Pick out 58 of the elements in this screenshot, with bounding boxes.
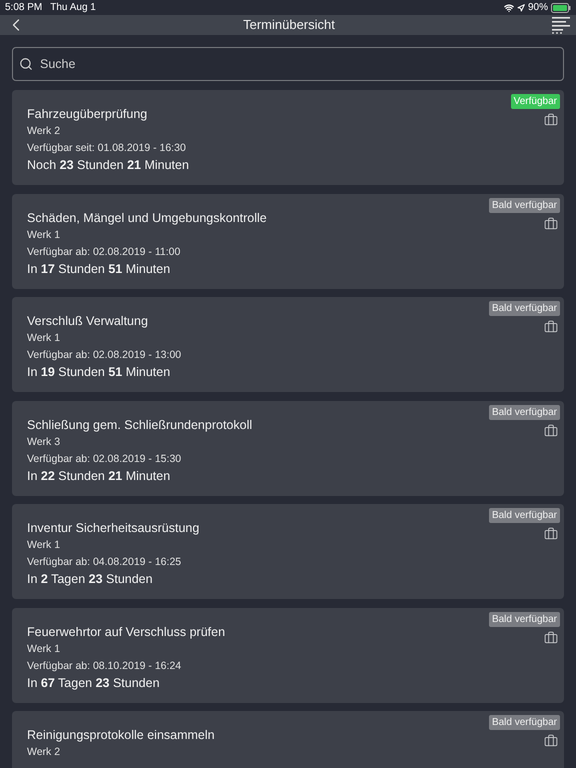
site-label: Werk 3 — [27, 434, 62, 450]
location-icon — [516, 4, 525, 12]
appointment-card[interactable]: Bald verfügbar Inventur Sicherheitsausrüstung Werk 1 Verfügbar ab: 04.08.2019 - 16:25 In 2 Tagen 23 Stunden — [12, 504, 564, 599]
status-badge: Verfügbar — [510, 94, 560, 109]
briefcase-icon — [544, 630, 558, 644]
site-label: Werk 2 — [27, 745, 62, 760]
site-label: Werk 1 — [27, 538, 62, 553]
site-label: Werk 1 — [27, 331, 62, 346]
status-time: 5:08 PM — [5, 1, 42, 15]
countdown-text: Noch 23 Stunden 21 Minuten — [27, 157, 190, 174]
search-icon — [19, 57, 33, 71]
briefcase-icon — [544, 527, 558, 541]
briefcase-icon — [544, 216, 558, 230]
status-badge: Bald verfügbar — [488, 301, 560, 316]
appointment-card[interactable]: Bald verfügbar Reinigungsprotokolle einsammeln Werk 2 — [12, 711, 564, 768]
briefcase-icon — [544, 424, 558, 438]
status-badge: Bald verfügbar — [488, 508, 560, 523]
appointment-title: Verschluß Verwaltung — [27, 313, 148, 330]
appointment-card[interactable]: Bald verfügbar Feuerwehrtor auf Verschluss prüfen Werk 1 Verfügbar ab: 08.10.2019 - 16:24 In 67 Tagen 23 Stunden — [12, 608, 564, 702]
briefcase-icon — [544, 320, 558, 334]
appointment-title: Fahrzeugüberprüfung — [27, 106, 148, 123]
appointment-card[interactable]: Verfügbar Fahrzeugüberprüfung Werk 2 Verfügbar seit: 01.08.2019 - 16:30 Noch 23 Stunden 21 Minuten — [12, 90, 564, 185]
countdown-text: In 2 Tagen 23 Stunden — [27, 571, 154, 588]
battery-icon — [551, 2, 571, 12]
briefcase-icon — [544, 734, 558, 748]
appointment-title: Schließung gem. Schließrundenprotokoll — [27, 416, 252, 434]
battery-percent: 90% — [528, 1, 548, 15]
site-label: Werk 2 — [27, 124, 62, 139]
status-date: Thu Aug 1 — [50, 1, 96, 15]
countdown-text: In 17 Stunden 51 Minuten — [27, 260, 172, 278]
menu-button[interactable] — [552, 16, 570, 34]
appointment-card[interactable]: Bald verfügbar Schließung gem. Schließrundenprotokoll Werk 3 Verfügbar ab: 02.08.2019 - 15:30 In 22 Stunden 21 Minuten — [12, 400, 564, 496]
countdown-text: In 67 Tagen 23 Stunden — [27, 674, 161, 692]
availability-text: Verfügbar ab: 02.08.2019 - 15:30 — [27, 452, 182, 466]
availability-text: Verfügbar ab: 02.08.2019 - 11:00 — [27, 244, 182, 260]
availability-text: Verfügbar seit: 01.08.2019 - 16:30 — [27, 141, 187, 156]
appointment-title: Reinigungsprotokolle einsammeln — [27, 727, 215, 744]
appointment-card[interactable]: Bald verfügbar Schäden, Mängel und Umgebungskontrolle Werk 1 Verfügbar ab: 02.08.2019 - 11:00 In 17 Stunden 51 Minuten — [12, 194, 564, 288]
site-label: Werk 1 — [27, 642, 62, 656]
countdown-text: In 19 Stunden 51 Minuten — [27, 364, 172, 381]
appointment-title: Inventur Sicherheitsausrüstung — [27, 520, 200, 537]
availability-text: Verfügbar ab: 08.10.2019 - 16:24 — [27, 658, 182, 674]
status-badge: Bald verfügbar — [488, 404, 560, 420]
site-label: Werk 1 — [27, 228, 62, 242]
appointment-card[interactable]: Bald verfügbar Verschluß Verwaltung Werk 1 Verfügbar ab: 02.08.2019 - 13:00 In 19 Stunden 51 Minuten — [12, 297, 564, 392]
status-badge: Bald verfügbar — [488, 198, 560, 212]
availability-text: Verfügbar ab: 04.08.2019 - 16:25 — [27, 555, 182, 570]
search-field[interactable]: Suche — [12, 47, 564, 81]
status-badge: Bald verfügbar — [488, 612, 560, 626]
menu-icon — [552, 16, 570, 34]
appointment-title: Schäden, Mängel und Umgebungskontrolle — [27, 210, 267, 226]
briefcase-icon — [544, 113, 558, 127]
status-badge: Bald verfügbar — [488, 715, 560, 730]
appointment-title: Feuerwehrtor auf Verschluss prüfen — [27, 624, 226, 640]
countdown-text: In 22 Stunden 21 Minuten — [27, 468, 172, 484]
wifi-icon — [504, 2, 514, 12]
page-title: Terminübersicht — [243, 16, 335, 34]
availability-text: Verfügbar ab: 02.08.2019 - 13:00 — [27, 348, 182, 363]
